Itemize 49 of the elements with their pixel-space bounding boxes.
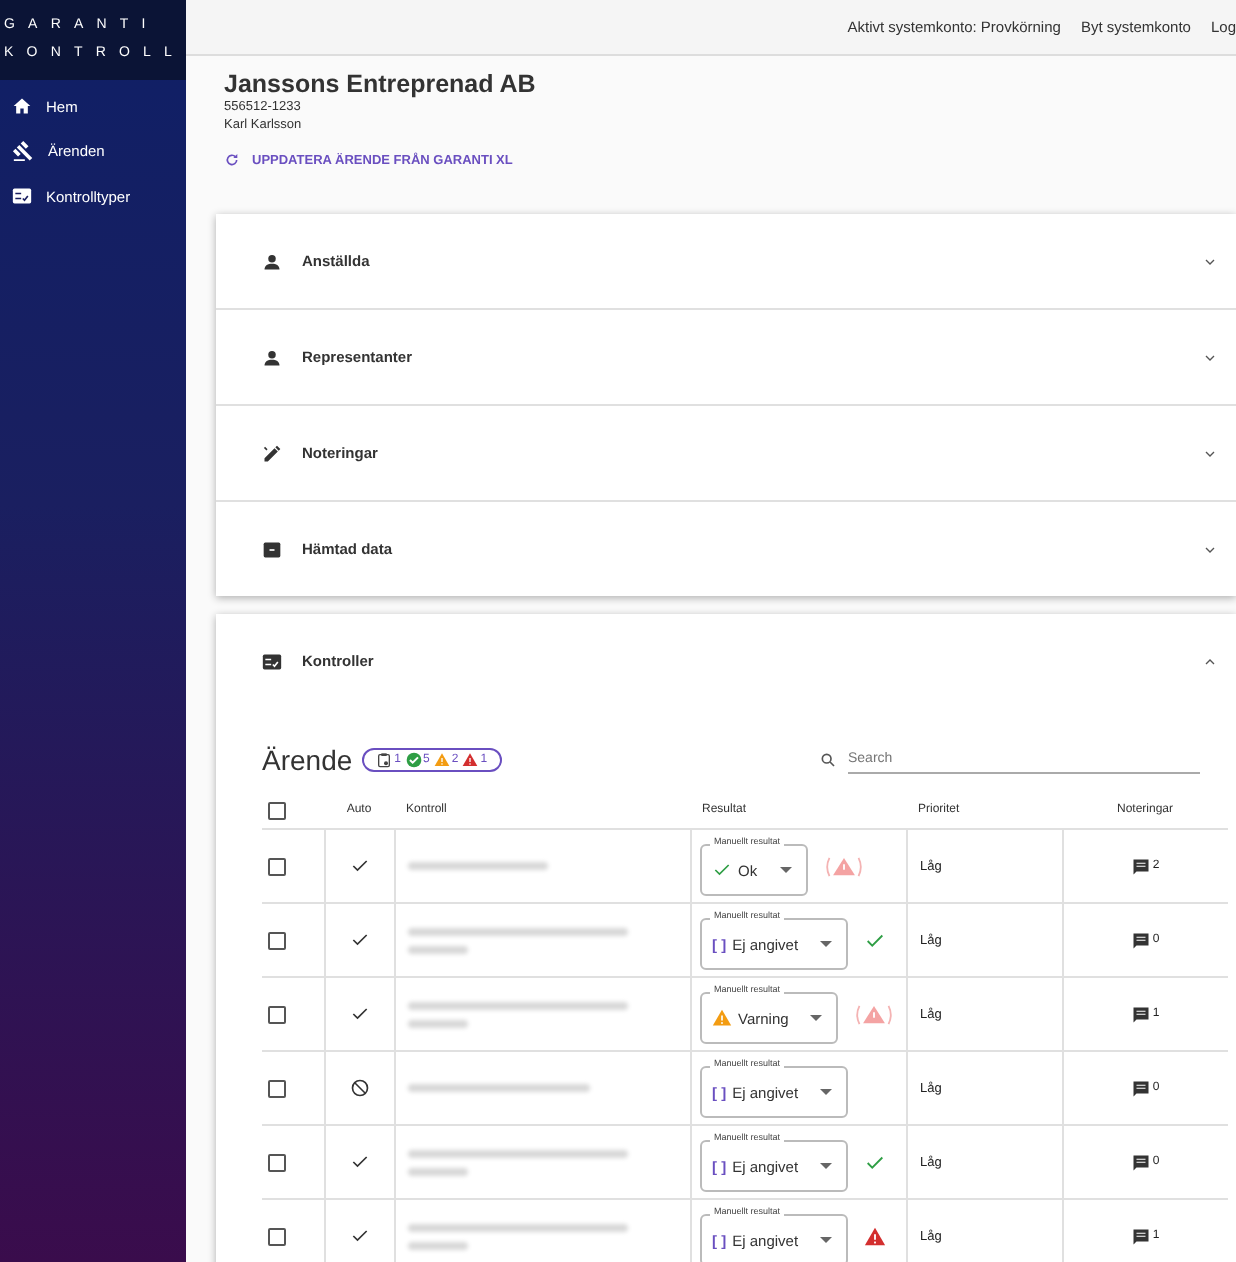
comment-icon[interactable] xyxy=(1132,1079,1151,1097)
archive-icon xyxy=(262,539,282,559)
checkbox[interactable] xyxy=(268,1153,286,1171)
checkbox[interactable] xyxy=(268,1079,286,1097)
person-icon xyxy=(262,251,282,271)
table-title: Ärende xyxy=(262,744,353,776)
gavel-icon xyxy=(12,140,34,162)
checkbox[interactable] xyxy=(268,1005,286,1023)
caret-icon xyxy=(820,1236,833,1244)
comment-icon[interactable] xyxy=(1132,931,1151,949)
faded-warning-icon xyxy=(854,1003,895,1025)
caret-icon xyxy=(779,866,792,874)
error-icon xyxy=(462,752,479,768)
caret-icon xyxy=(810,1014,823,1022)
checkbox[interactable] xyxy=(268,857,286,875)
home-icon xyxy=(12,96,32,116)
comment-icon[interactable] xyxy=(1132,857,1151,875)
check-circle-icon xyxy=(405,752,421,768)
person-icon xyxy=(262,347,282,367)
refresh-icon xyxy=(224,152,240,168)
comment-icon[interactable] xyxy=(1132,1005,1151,1023)
check-icon xyxy=(712,860,732,880)
company-name: Janssons Entreprenad AB xyxy=(224,70,538,98)
warning-icon xyxy=(712,1008,732,1028)
caret-icon xyxy=(820,1162,833,1170)
checklist-icon xyxy=(12,186,32,206)
blocked-icon xyxy=(350,1078,370,1098)
check-icon xyxy=(350,1226,370,1246)
search-icon xyxy=(820,752,836,768)
blurred-text xyxy=(408,862,548,870)
warning-icon xyxy=(433,752,450,768)
check-icon xyxy=(350,856,370,876)
warning-icon xyxy=(864,1225,887,1247)
faded-warning-icon xyxy=(823,855,864,877)
check-icon xyxy=(864,929,887,951)
edit-icon xyxy=(262,443,282,463)
caret-icon xyxy=(820,1088,833,1096)
comment-icon[interactable] xyxy=(1132,1153,1151,1171)
check-icon xyxy=(350,930,370,950)
check-icon xyxy=(350,1152,370,1172)
checkbox[interactable] xyxy=(268,1227,286,1245)
clipboard-icon xyxy=(376,752,393,768)
check-icon xyxy=(350,1004,370,1024)
comment-icon[interactable] xyxy=(1132,1227,1151,1245)
check-icon xyxy=(864,1151,887,1173)
checkbox[interactable] xyxy=(268,801,286,819)
checkbox[interactable] xyxy=(268,931,286,949)
caret-icon xyxy=(820,940,833,948)
checklist-icon xyxy=(262,651,282,671)
